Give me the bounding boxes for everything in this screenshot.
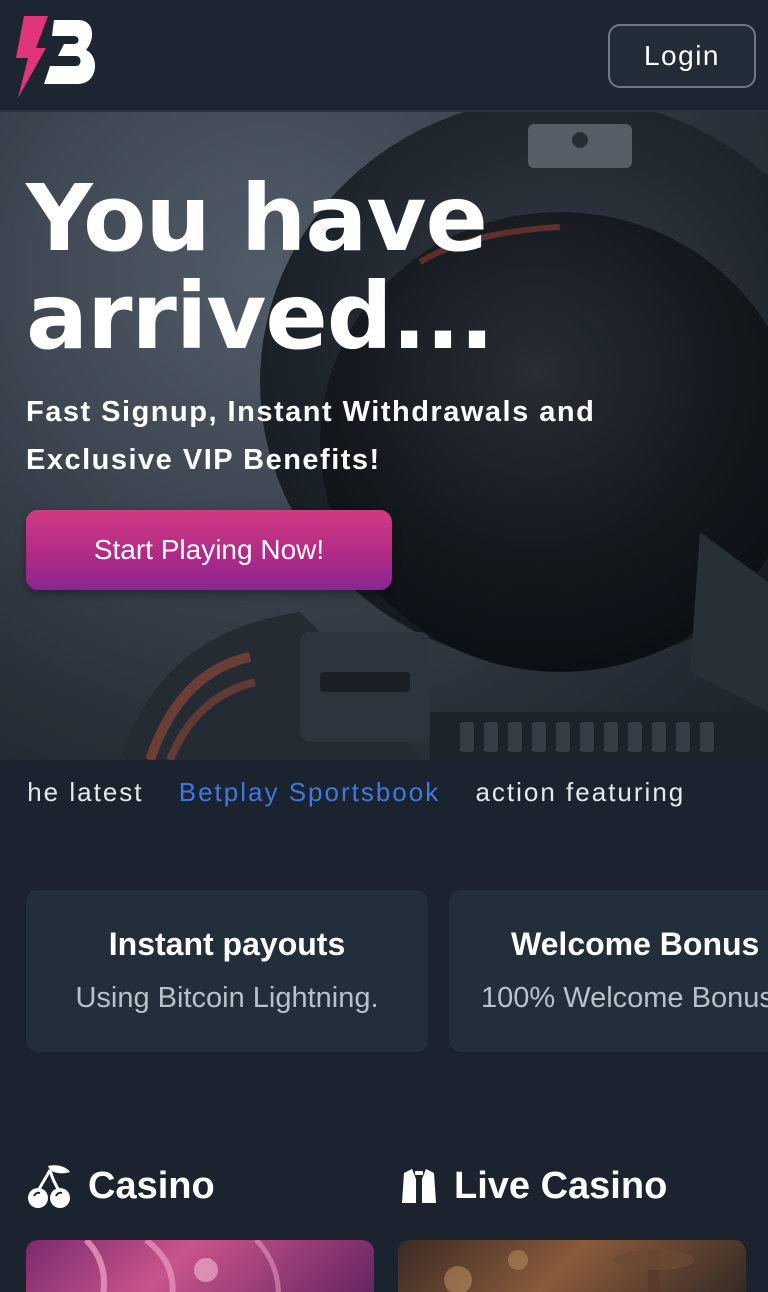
feature-card-title: Welcome Bonus bbox=[511, 926, 760, 962]
start-playing-button[interactable]: Start Playing Now! bbox=[26, 510, 392, 590]
casino-thumbnail[interactable] bbox=[26, 1240, 374, 1292]
dealer-vest-icon bbox=[402, 1169, 436, 1203]
section-live-casino[interactable]: Live Casino bbox=[398, 1160, 667, 1212]
hero-banner: You have arrived... Fast Signup, Instant… bbox=[0, 112, 768, 760]
login-button[interactable]: Login bbox=[608, 24, 756, 88]
news-ticker: the latest Betplay Sportsbook action fea… bbox=[26, 760, 768, 824]
slot-reel-image bbox=[83, 1240, 281, 1292]
live-casino-thumbnail[interactable] bbox=[398, 1240, 746, 1292]
feature-card-payouts: Instant payouts Using Bitcoin Lightning. bbox=[26, 890, 428, 1052]
hero-title: You have arrived... bbox=[26, 165, 494, 370]
section-casino[interactable]: Casino bbox=[26, 1160, 215, 1212]
feature-card-text: 100% Welcome Bonus bbox=[481, 982, 768, 1014]
brand-logo-icon[interactable] bbox=[14, 14, 98, 100]
feature-card-text: Using Bitcoin Lightning. bbox=[75, 982, 379, 1014]
top-header: Login bbox=[0, 0, 768, 112]
ticker-lead-text: the latest bbox=[26, 777, 144, 807]
section-casino-label: Casino bbox=[88, 1164, 215, 1207]
feature-card-title: Instant payouts bbox=[108, 926, 346, 962]
section-live-casino-label: Live Casino bbox=[454, 1164, 668, 1207]
hero-subtitle: Fast Signup, Instant Withdrawals and Exc… bbox=[26, 396, 596, 476]
feature-card-welcome-bonus: Welcome Bonus 100% Welcome Bonus bbox=[449, 890, 768, 1052]
cherries-icon bbox=[28, 1165, 70, 1208]
ticker-trail-text: action featuring bbox=[475, 777, 686, 807]
ticker-sportsbook-link[interactable]: Betplay Sportsbook bbox=[179, 777, 440, 807]
roulette-wheel-image bbox=[444, 1250, 694, 1292]
landing-page: Login You have arrived... Fast Signup, I… bbox=[0, 0, 768, 1292]
